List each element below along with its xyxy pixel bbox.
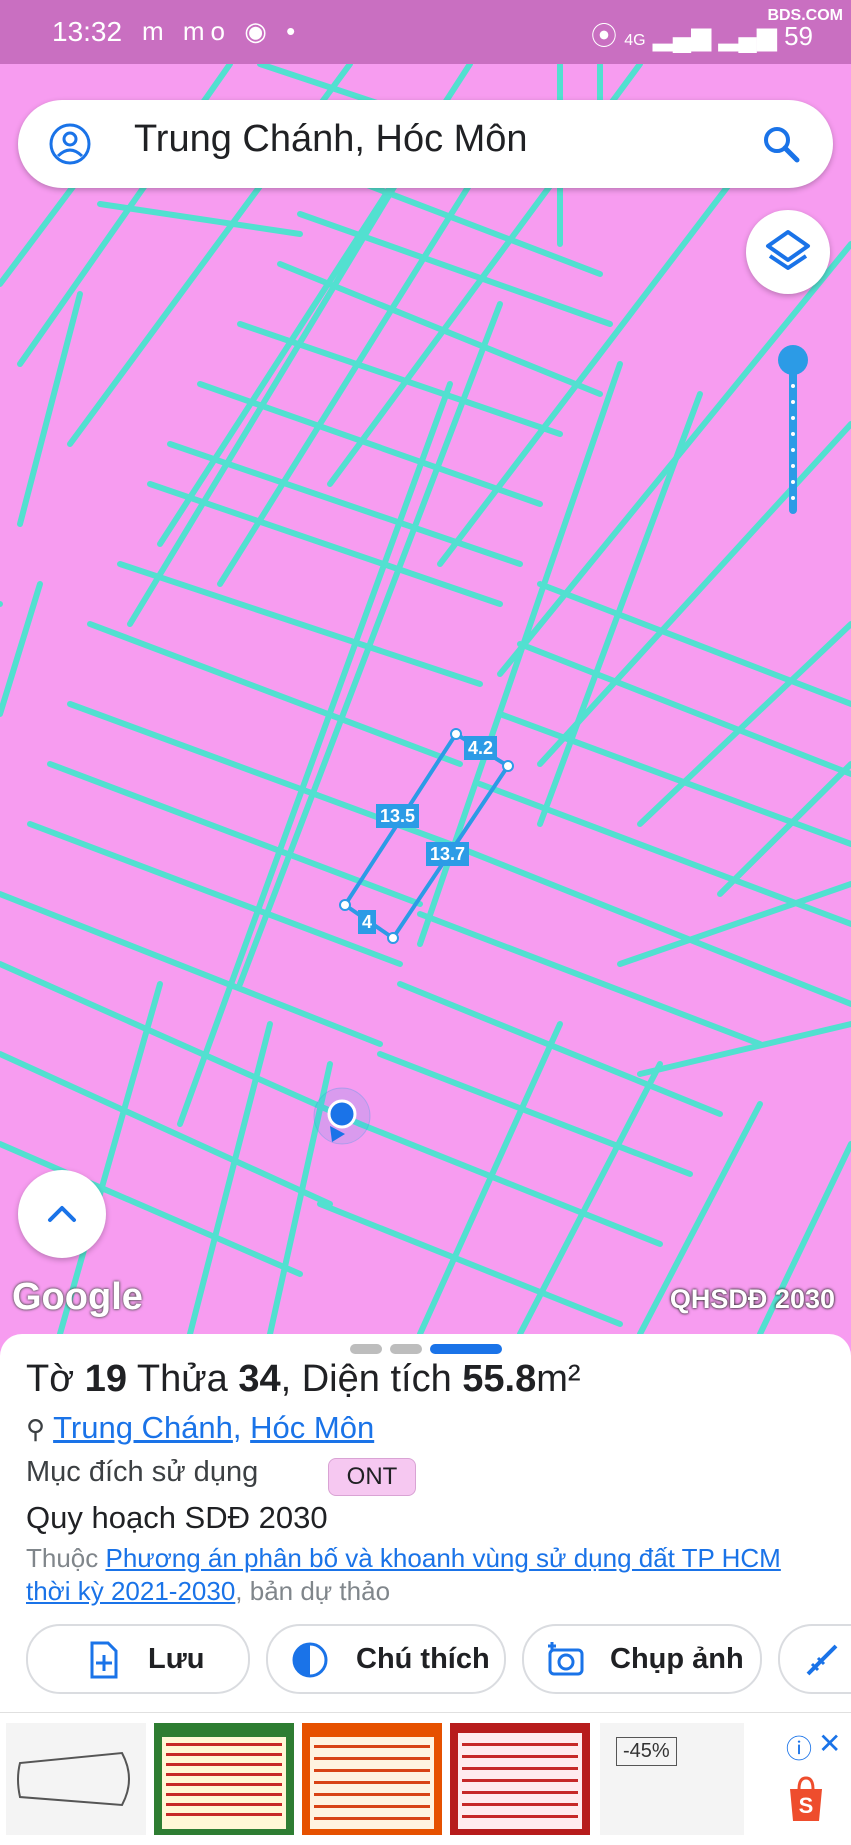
ad-discount-badge: -45% [616, 1737, 677, 1766]
search-query[interactable]: Trung Chánh, Hóc Môn [134, 118, 528, 161]
save-button[interactable]: Lưu [26, 1624, 250, 1694]
add-file-icon [90, 1641, 118, 1679]
measure-label-left: 13.5 [376, 804, 420, 828]
status-app-icons: m mo ◉ • [142, 16, 302, 46]
plan-title: Quy hoạch SDĐ 2030 [26, 1500, 328, 1535]
layers-button[interactable] [746, 210, 830, 294]
svg-text:S: S [799, 1793, 814, 1818]
ad-product-tile: -45% [600, 1723, 744, 1835]
purpose-code-badge[interactable]: ONT [328, 1458, 416, 1496]
location-icon: ⦿ [590, 21, 617, 51]
slider-thumb [778, 345, 808, 375]
search-bar[interactable]: Trung Chánh, Hóc Môn [18, 100, 833, 188]
map-view[interactable]: 4.2 13.5 13.7 4 [0, 64, 851, 1334]
legend-label: Chú thích [356, 1643, 490, 1675]
district-link[interactable]: Hóc Môn [250, 1410, 374, 1445]
ward-link[interactable]: Trung Chánh [53, 1410, 233, 1445]
sheet-handle[interactable] [390, 1344, 422, 1354]
parcel-title: Tờ 19 Thửa 34, Diện tích 55.8m² [26, 1358, 581, 1401]
contrast-icon [292, 1642, 328, 1678]
signal-icon: ▂▄▆ ▂▄▆ [652, 21, 777, 51]
location-separator: , [232, 1410, 251, 1445]
slider-track [778, 345, 808, 514]
camera-icon [548, 1642, 584, 1676]
network-type: 4G [624, 32, 646, 49]
parcel-location: ⚲ Trung Chánh, Hóc Môn [26, 1410, 374, 1446]
measure-label-right: 13.7 [426, 842, 470, 866]
pin-icon: ⚲ [26, 1414, 46, 1444]
google-attribution: Google [12, 1276, 143, 1318]
source-suffix: , bản dự thảo [235, 1576, 391, 1606]
sheet-number: 19 [84, 1358, 127, 1400]
parcel-map [0, 64, 851, 1334]
opacity-slider[interactable] [778, 340, 808, 516]
search-icon[interactable] [759, 122, 803, 166]
status-time: 13:32 [52, 16, 123, 47]
layers-icon [766, 230, 810, 270]
area-unit: m² [536, 1358, 581, 1400]
watermark-logo: BDS.COM [767, 7, 843, 24]
plot-number: 34 [238, 1358, 281, 1400]
title-mid: Thửa [126, 1358, 239, 1400]
area-value: 55.8 [462, 1358, 537, 1400]
measure-button[interactable] [778, 1624, 851, 1694]
save-label: Lưu [148, 1643, 205, 1675]
purpose-label: Mục đích sử dụng [26, 1456, 259, 1488]
area-label: , Diện tích [280, 1358, 463, 1400]
status-bar: 13:32 m mo ◉ • ⦿ 4G ▂▄▆ ▂▄▆ 59 BDS.COM [0, 0, 851, 64]
legend-button[interactable]: Chú thích [266, 1624, 506, 1694]
ad-product-image [154, 1723, 294, 1835]
battery-level: 59 [784, 21, 813, 51]
shopee-icon[interactable]: S [784, 1775, 828, 1823]
ad-banner[interactable]: -45% ⓘ ✕ S [0, 1712, 851, 1845]
account-icon[interactable] [48, 122, 92, 166]
screenshot-button[interactable]: Chụp ảnh [522, 1624, 762, 1694]
layer-label: QHSDĐ 2030 [669, 1284, 835, 1314]
ad-product-image [6, 1723, 146, 1835]
ad-close-icon[interactable]: ✕ [818, 1727, 841, 1760]
screenshot-label: Chụp ảnh [610, 1643, 744, 1675]
plan-source-link[interactable]: Phương án phân bố và khoanh vùng sử dụng… [26, 1543, 781, 1606]
chevron-up-icon [48, 1206, 76, 1222]
sheet-handle[interactable] [430, 1344, 502, 1354]
ad-product-image [302, 1723, 442, 1835]
ad-product-image [450, 1723, 590, 1835]
sheet-handle[interactable] [350, 1344, 382, 1354]
expand-up-button[interactable] [18, 1170, 106, 1258]
plan-source: Thuộc Phương án phân bố và khoanh vùng s… [26, 1542, 826, 1608]
ad-info-icon[interactable]: ⓘ [786, 1729, 812, 1766]
measure-label-bottom: 4 [358, 910, 377, 934]
source-prefix: Thuộc [26, 1543, 106, 1573]
measure-icon [806, 1644, 838, 1676]
measure-label-top: 4.2 [464, 736, 498, 760]
title-prefix: Tờ [26, 1358, 85, 1400]
